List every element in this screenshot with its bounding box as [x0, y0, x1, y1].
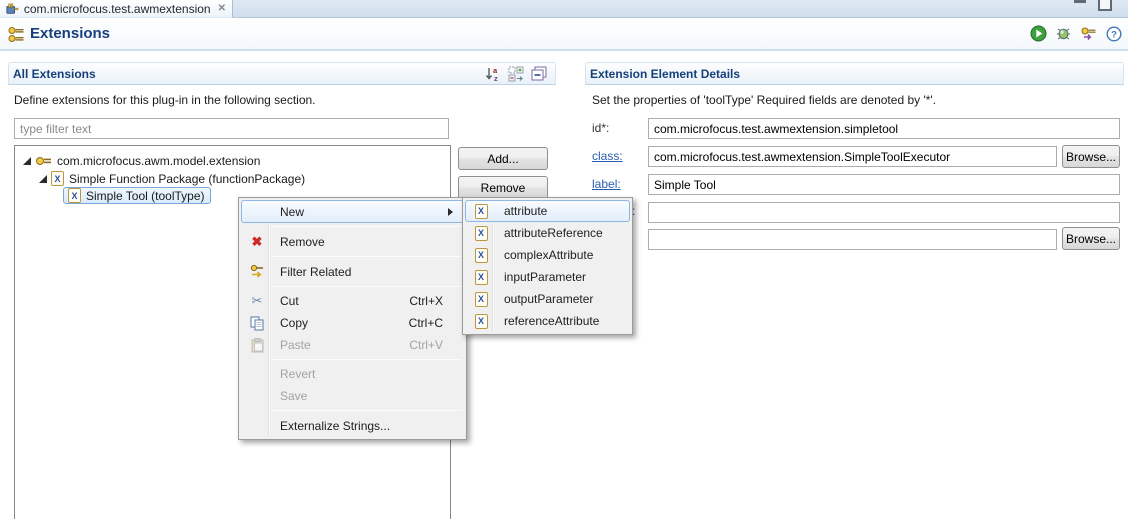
plugin-editor: com.microfocus.test.awmextension ✕ Exten… — [0, 0, 1128, 519]
editor-tab-title: com.microfocus.test.awmextension — [24, 2, 211, 16]
menu-separator — [272, 286, 462, 287]
menu-item-cut[interactable]: ✂ Cut Ctrl+X — [241, 290, 464, 312]
menu-separator — [272, 226, 462, 227]
class-field-label[interactable]: class: — [592, 149, 623, 163]
submenu-item-complex-attribute[interactable]: X complexAttribute — [465, 244, 630, 266]
form-header: Extensions — [0, 18, 1128, 51]
class-field[interactable] — [648, 146, 1057, 167]
submenu-item-attribute-reference[interactable]: X attributeReference — [465, 222, 630, 244]
page-title: Extensions — [30, 25, 110, 42]
editor-tab-bar: com.microfocus.test.awmextension ✕ — [0, 0, 1128, 18]
menu-item-copy[interactable]: Copy Ctrl+C — [241, 312, 464, 334]
xml-element-icon: X — [68, 188, 81, 203]
menu-item-filter-related[interactable]: Filter Related — [241, 260, 464, 283]
add-button[interactable]: Add... — [458, 147, 548, 170]
editor-tab[interactable]: com.microfocus.test.awmextension ✕ — [0, 0, 233, 18]
class-browse-button[interactable]: Browse... — [1062, 145, 1120, 168]
all-extensions-description: Define extensions for this plug-in in th… — [14, 93, 316, 107]
help-icon[interactable]: ? — [1105, 25, 1122, 42]
xml-element-icon: X — [475, 270, 488, 285]
toggle-expansion-icon[interactable] — [508, 66, 524, 82]
expanded-twisty-icon[interactable] — [39, 175, 47, 183]
element-details-title: Extension Element Details — [586, 67, 740, 81]
label-field-label[interactable]: label: — [592, 177, 621, 191]
expanded-twisty-icon[interactable] — [23, 157, 31, 165]
header-toolbar: ? — [1030, 25, 1122, 42]
maximize-view-icon[interactable] — [1098, 0, 1112, 11]
detail-browse-button[interactable]: Browse... — [1062, 227, 1120, 250]
tree-item-label: com.microfocus.awm.model.extension — [57, 154, 260, 168]
new-submenu: X attribute X attributeReference X compl… — [462, 197, 633, 335]
menu-item-externalize-strings[interactable]: Externalize Strings... — [241, 414, 464, 437]
context-menu: New ✖ Remove Filter Related ✂ Cut Ctrl+X — [238, 197, 467, 440]
xml-element-icon: X — [475, 314, 488, 329]
xml-element-icon: X — [51, 171, 64, 186]
remove-icon: ✖ — [252, 234, 263, 250]
xml-element-icon: X — [475, 292, 488, 307]
submenu-item-output-parameter[interactable]: X outputParameter — [465, 288, 630, 310]
submenu-item-input-parameter[interactable]: X inputParameter — [465, 266, 630, 288]
copy-icon — [250, 316, 264, 331]
id-field-label: id*: — [592, 121, 609, 135]
filter-input[interactable] — [14, 118, 449, 139]
detail-field-5[interactable] — [648, 229, 1057, 250]
menu-item-remove[interactable]: ✖ Remove — [241, 230, 464, 253]
all-extensions-section-header: All Extensions a z — [8, 62, 556, 85]
menu-item-save: Save — [241, 385, 464, 407]
menu-separator — [272, 359, 462, 360]
tree-item-function-package[interactable]: X Simple Function Package (functionPacka… — [39, 170, 305, 187]
xml-element-icon: X — [475, 204, 488, 219]
minimize-view-icon[interactable] — [1074, 0, 1086, 3]
collapse-all-icon[interactable] — [531, 66, 547, 82]
detail-field-4[interactable] — [648, 202, 1120, 223]
cut-icon: ✂ — [252, 293, 263, 309]
tree-item-extension-root[interactable]: com.microfocus.awm.model.extension — [23, 152, 260, 169]
menu-item-paste: Paste Ctrl+V — [241, 334, 464, 356]
svg-text:?: ? — [1111, 29, 1117, 40]
menu-item-new[interactable]: New — [241, 200, 464, 223]
extensions-icon — [8, 26, 26, 43]
label-field[interactable] — [648, 174, 1120, 195]
svg-text:z: z — [494, 74, 498, 82]
all-extensions-toolbar: a z — [485, 66, 547, 82]
plugin-icon — [6, 2, 19, 16]
extension-point-icon — [35, 155, 52, 167]
sort-alphabetically-icon[interactable]: a z — [485, 66, 501, 82]
submenu-item-reference-attribute[interactable]: X referenceAttribute — [465, 310, 630, 332]
export-plugin-icon[interactable] — [1080, 25, 1097, 42]
menu-item-revert: Revert — [241, 363, 464, 385]
id-field[interactable] — [648, 118, 1120, 139]
menu-separator — [272, 256, 462, 257]
xml-element-icon: X — [475, 226, 488, 241]
all-extensions-title: All Extensions — [9, 67, 96, 81]
element-details-description: Set the properties of 'toolType' Require… — [592, 93, 936, 107]
tree-selection[interactable]: X Simple Tool (toolType) — [63, 187, 211, 204]
tab-close-icon[interactable]: ✕ — [218, 3, 226, 14]
paste-icon — [251, 338, 264, 353]
xml-element-icon: X — [475, 248, 488, 263]
menu-separator — [272, 410, 462, 411]
submenu-arrow-icon — [448, 208, 457, 216]
filter-related-icon — [250, 264, 265, 279]
submenu-item-attribute[interactable]: X attribute — [465, 200, 630, 222]
run-icon[interactable] — [1030, 25, 1047, 42]
tree-item-label: Simple Function Package (functionPackage… — [69, 172, 305, 186]
element-details-section-header: Extension Element Details — [585, 62, 1124, 85]
remove-button[interactable]: Remove — [458, 176, 548, 199]
debug-icon[interactable] — [1055, 25, 1072, 42]
tree-item-label: Simple Tool (toolType) — [86, 189, 205, 203]
